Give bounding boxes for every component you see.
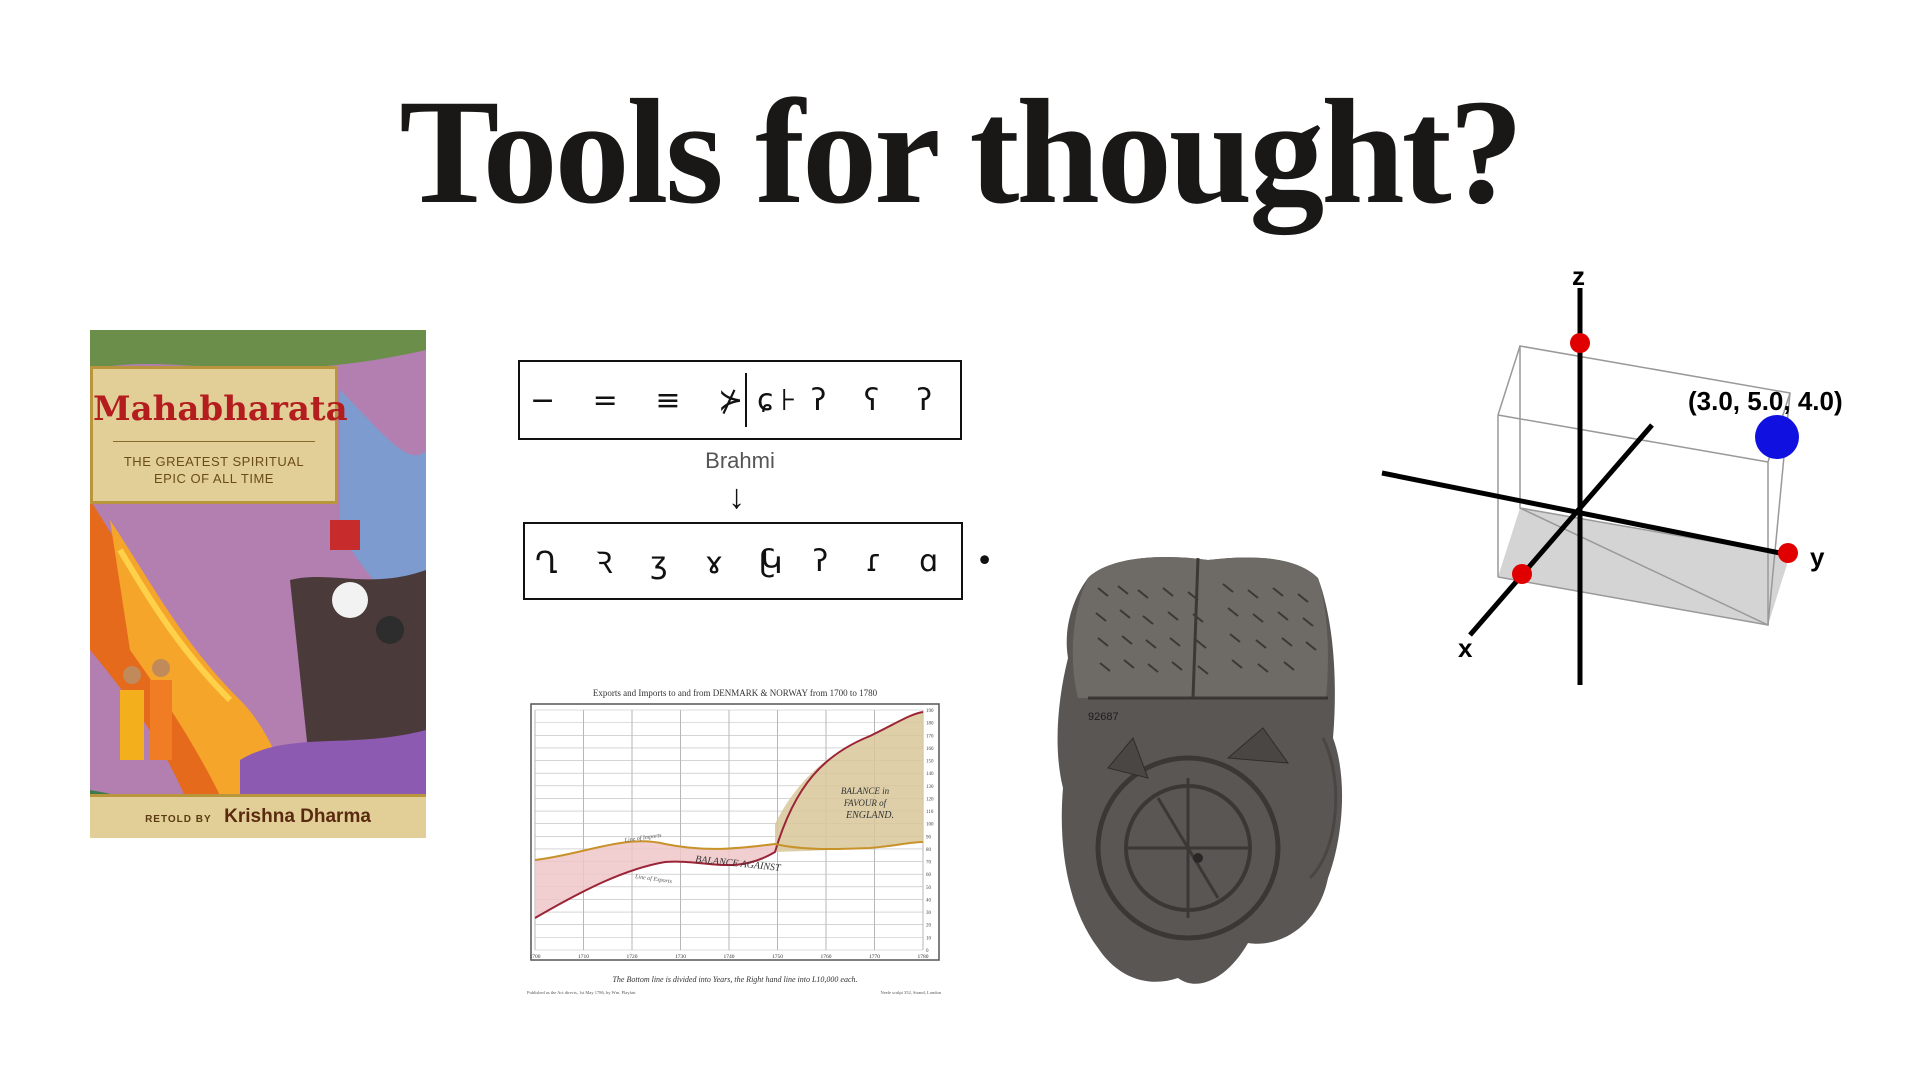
tablet-center-mark [1193,853,1203,863]
playfair-value-tick: 160 [926,747,934,752]
point-marker [1755,415,1799,459]
playfair-value-tick: 10 [926,936,932,941]
mahabharata-book-cover: Mahabharata THE GREATEST SPIRITUAL EPIC … [90,330,426,838]
book-title-rule [113,441,315,442]
hindu-numerals-box: Ղ Ꝛ ʒ ɤ Կ ʗ ʔ ɾ ɑ • [523,522,993,600]
playfair-year-tick: 1750 [772,954,783,960]
playfair-year-tick: 1780 [918,954,929,960]
book-subtitle-line-2: EPIC OF ALL TIME [154,471,274,486]
point-coordinates-label: (3.0, 5.0, 4.0) [1688,386,1843,416]
playfair-label-favour-3: ENGLAND. [845,810,894,821]
playfair-year-tick: 1760 [821,954,832,960]
brahmi-numerals-box: − = ≡ ⊁ ⊦ ɕ ʔ ʕ ʔ [518,360,962,440]
playfair-value-tick: 80 [926,848,932,853]
playfair-value-tick: 110 [926,810,934,815]
y-axis-marker [1778,543,1798,563]
playfair-year-tick: 1770 [869,954,880,960]
playfair-label-favour-1: BALANCE in [841,786,890,796]
playfair-label-favour-2: FAVOUR of [843,798,888,808]
brahmi-numerals-right: ɕ ʔ ʕ ʔ [757,382,947,418]
x-axis-label: x [1458,633,1473,663]
playfair-chart: Exports and Imports to and from DENMARK … [527,688,942,996]
y-axis-label: y [1810,542,1825,572]
playfair-footer-left: Published as the Act directs, 1st May 17… [527,990,636,996]
playfair-year-tick: 1740 [724,954,735,960]
playfair-value-tick: 180 [926,722,934,727]
book-subtitle: THE GREATEST SPIRITUAL EPIC OF ALL TIME [103,453,325,487]
z-axis-marker [1570,333,1590,353]
playfair-caption: The Bottom line is divided into Years, t… [612,975,857,984]
book-footer: RETOLD BY Krishna Dharma [90,794,426,838]
tablet-label: 92687 [1088,711,1119,723]
playfair-value-tick: 100 [926,823,934,828]
playfair-value-tick: 50 [926,886,932,891]
playfair-value-tick: 120 [926,797,934,802]
book-subtitle-line-1: THE GREATEST SPIRITUAL [123,454,305,469]
playfair-value-tick: 70 [926,861,932,866]
playfair-year-tick: 1730 [675,954,686,960]
hindu-numerals-right: ʗ ʔ ɾ ɑ • [760,543,1008,579]
z-axis-label: z [1572,261,1585,291]
brahmi-label: Brahmi [705,448,775,473]
playfair-value-tick: 40 [926,898,932,903]
slide-title: Tools for thought? [399,69,1523,235]
brahmi-numerals-left: − = ≡ ⊁ ⊦ [530,382,811,418]
book-author: Krishna Dharma [224,806,371,827]
book-title: Mahabharata [93,389,348,429]
playfair-value-tick: 170 [926,734,934,739]
babylonian-tablet: 92687 [1057,557,1343,984]
book-title-panel: Mahabharata THE GREATEST SPIRITUAL EPIC … [90,366,348,504]
playfair-year-tick: 1700 [530,954,541,960]
playfair-value-tick: 140 [926,772,934,777]
tablet-upper [1072,557,1328,698]
x-axis-marker [1512,564,1532,584]
playfair-footer-right: Neele sculpt 352, Strand, London [881,990,942,996]
playfair-value-tick: 130 [926,785,934,790]
playfair-value-tick: 150 [926,760,934,765]
brahmi-arrow: ↓ [728,478,745,516]
hindu-numerals-left: Ղ Ꝛ ʒ ɤ Կ [535,545,797,581]
playfair-year-tick: 1720 [627,954,638,960]
playfair-value-tick: 60 [926,873,932,878]
playfair-value-tick: 190 [926,709,934,714]
3d-point-plot: z y x (3.0, 5.0, 4.0) [1381,261,1843,685]
book-retold-by: RETOLD BY [145,814,212,825]
playfair-value-tick: 30 [926,911,932,916]
playfair-title: Exports and Imports to and from DENMARK … [593,688,878,698]
playfair-value-tick: 20 [926,924,932,929]
playfair-year-tick: 1710 [578,954,589,960]
playfair-value-tick: 90 [926,835,932,840]
